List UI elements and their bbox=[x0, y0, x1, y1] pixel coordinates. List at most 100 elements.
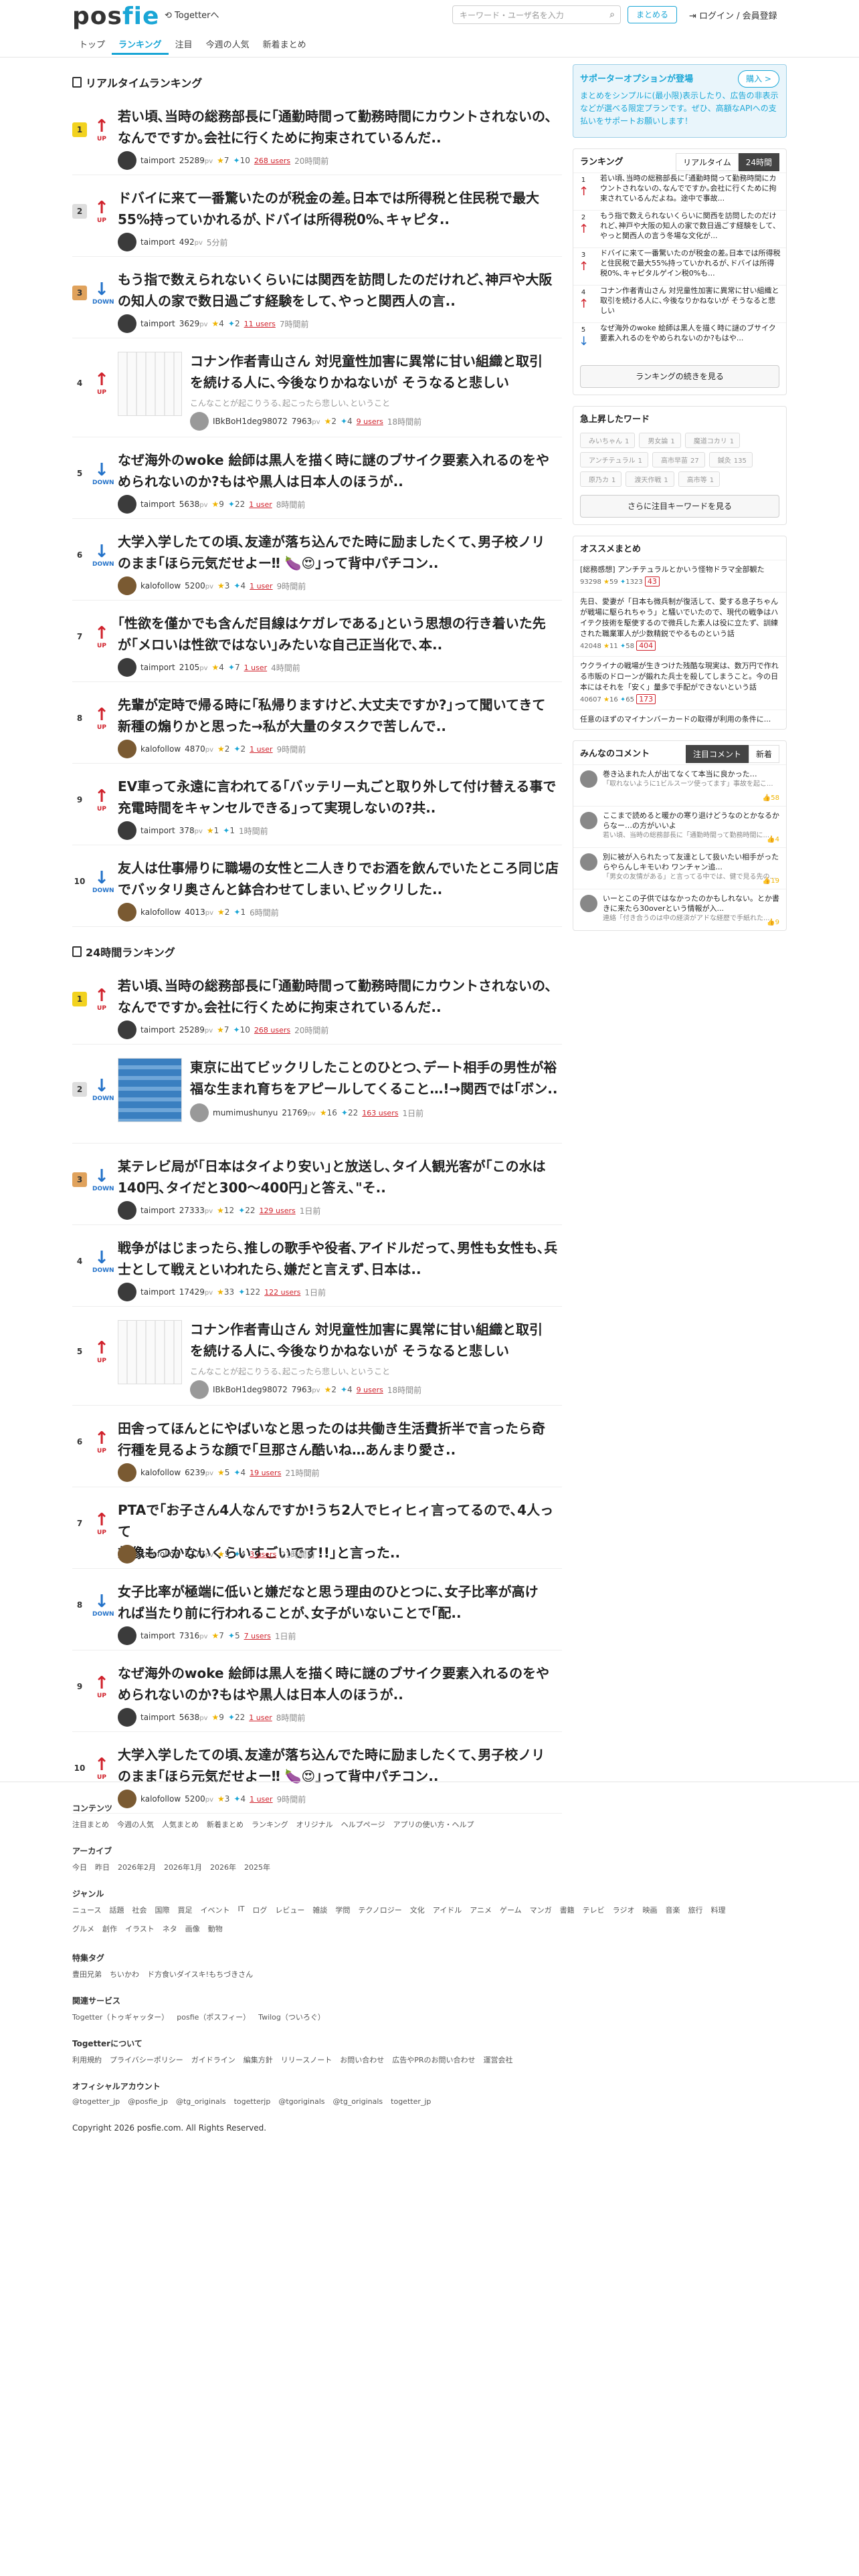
ranking-item[interactable]: 2 ↓ DOWN 東京に出てビックリしたことのひとつ､デート相手の男性が裕 福な生まれ育… bbox=[72, 1045, 562, 1144]
nav-ranking[interactable]: ランキング bbox=[112, 35, 169, 55]
users-badge[interactable]: 19 users bbox=[250, 1469, 281, 1477]
nav-new[interactable]: 新着まとめ bbox=[256, 35, 313, 55]
nav-weekly[interactable]: 今週の人気 bbox=[199, 35, 256, 55]
footer-link[interactable]: 運営会社 bbox=[484, 2054, 513, 2065]
avatar[interactable] bbox=[190, 412, 209, 431]
keyword-chip[interactable]: 渡天作戦 1 bbox=[626, 471, 674, 487]
footer-link[interactable]: テクノロジー bbox=[358, 1905, 401, 1915]
avatar[interactable] bbox=[118, 903, 136, 922]
users-badge[interactable]: 268 users bbox=[254, 156, 290, 165]
footer-link[interactable]: 旅行 bbox=[688, 1905, 702, 1915]
avatar[interactable] bbox=[118, 740, 136, 758]
site-logo[interactable]: posfie bbox=[72, 3, 159, 30]
nav-top[interactable]: トップ bbox=[72, 35, 112, 55]
ranking-item[interactable]: 3 ↓ DOWN もう指で数えられないくらいには関西を訪問したのだけれど､神戸や大阪の… bbox=[72, 257, 562, 338]
buy-button[interactable]: 購入 > bbox=[738, 70, 779, 88]
supporter-banner[interactable]: サポーターオプションが登場 購入 > まとめをシンプルに(最小限)表示したり、広… bbox=[573, 64, 787, 138]
ranking-item[interactable]: 6 ↑ UP 田舎ってほんとにやばいなと思ったのは共働き生活費折半で言ったら奇 行種を見… bbox=[72, 1406, 562, 1487]
ranking-item-title[interactable]: 田舎ってほんとにやばいなと思ったのは共働き生活費折半で言ったら奇 行種を見るような… bbox=[118, 1418, 562, 1461]
sidebar-ranking-item[interactable]: 3 ↑ ドバイに来て一番驚いたのが税金の差｡日本では所得税と住民税で最大55%持って… bbox=[573, 247, 786, 285]
users-badge[interactable]: 9 users bbox=[357, 417, 383, 426]
footer-link[interactable]: イラスト bbox=[125, 1923, 155, 1934]
footer-link[interactable]: posfie（ポスフィー） bbox=[177, 2012, 250, 2022]
avatar[interactable] bbox=[118, 1708, 136, 1727]
sidebar-ranking-item[interactable]: 5 ↓ なぜ海外のwoke 絵師は黒人を描く時に謎のブサイク要素入れるのをやめられな… bbox=[573, 322, 786, 360]
avatar[interactable] bbox=[118, 495, 136, 514]
footer-link[interactable]: 料理 bbox=[710, 1905, 725, 1915]
users-badge[interactable]: 7 users bbox=[244, 1632, 271, 1640]
footer-link[interactable]: ランキング bbox=[252, 1819, 288, 1830]
avatar[interactable] bbox=[118, 1021, 136, 1039]
author-name[interactable]: taimport bbox=[140, 1631, 175, 1640]
avatar[interactable] bbox=[118, 314, 136, 333]
footer-link[interactable]: 画像 bbox=[185, 1923, 200, 1934]
keyword-chip[interactable]: 原乃カ 1 bbox=[580, 471, 622, 487]
osusume-item[interactable]: 先日、愛妻が「日本も微兵制が復活して、愛する息子ちゃんが戦場に駆られちゃう」と騒… bbox=[573, 592, 786, 656]
avatar[interactable] bbox=[118, 1626, 136, 1645]
footer-link[interactable]: 雑談 bbox=[312, 1905, 327, 1915]
ranking-item[interactable]: 5 ↓ DOWN なぜ海外のwoke 絵師は黒人を描く時に謎のブサイク要素入れるのをや… bbox=[72, 437, 562, 519]
author-name[interactable]: kalofollow bbox=[140, 907, 181, 917]
footer-link[interactable]: 社会 bbox=[132, 1905, 147, 1915]
keyword-chip[interactable]: みいちゃん 1 bbox=[580, 433, 636, 448]
footer-link[interactable]: マンガ bbox=[530, 1905, 552, 1915]
footer-link[interactable]: 人気まとめ bbox=[162, 1819, 199, 1830]
ranking-item[interactable]: 7 ↑ UP PTAで｢お子さん4人なんですか!うち2人でヒィヒィ言ってるので､4人っ… bbox=[72, 1487, 562, 1569]
author-name[interactable]: taimport bbox=[140, 663, 175, 672]
osusume-item[interactable]: [総務感想] アンチテュラルとかいう怪物ドラマ全部観た 93298 ★59 ✦13… bbox=[573, 560, 786, 592]
footer-link[interactable]: togetter_jp bbox=[391, 2097, 431, 2106]
ranking-item-title[interactable]: 某テレビ局が｢日本はタイより安い｣と放送し､タイ人観光客が｢この水は 140円､タ… bbox=[118, 1156, 562, 1198]
ranking-item-title[interactable]: 女子比率が極端に低いと嫌だなと思う理由のひとつに､女子比率が高け れば当たり前に行… bbox=[118, 1581, 562, 1624]
comment-item[interactable]: いーとこの子供ではなかったのかもしれない。とか書きに来たら30overという情報… bbox=[573, 889, 786, 930]
matome-button[interactable]: まとめる bbox=[628, 6, 677, 23]
ranking-item-title[interactable]: 戦争がはじまったら､推しの歌手や役者､アイドルだって､男性も女性も､兵 士として戦… bbox=[118, 1237, 562, 1280]
article-thumbnail[interactable] bbox=[118, 352, 182, 416]
footer-link[interactable]: ゲーム bbox=[500, 1905, 522, 1915]
footer-link[interactable]: 書籍 bbox=[560, 1905, 575, 1915]
footer-link[interactable]: ちいかわ bbox=[110, 1969, 139, 1979]
keyword-chip[interactable]: 鍼灸 135 bbox=[708, 452, 753, 467]
footer-link[interactable]: テレビ bbox=[583, 1905, 605, 1915]
author-name[interactable]: taimport bbox=[140, 237, 175, 247]
keyword-chip[interactable]: 魔道コカリ 1 bbox=[684, 433, 741, 448]
avatar[interactable] bbox=[118, 151, 136, 170]
users-badge[interactable]: 11 users bbox=[244, 320, 276, 328]
footer-link[interactable]: ログ bbox=[252, 1905, 267, 1915]
avatar[interactable] bbox=[190, 1380, 209, 1399]
footer-link[interactable]: 2026年 bbox=[210, 1862, 236, 1872]
sidebar-ranking-item[interactable]: 2 ↑ もう指で数えられないくらいに関西を訪問したのだけれど､神戸や大阪の知人の家で… bbox=[573, 210, 786, 247]
footer-link[interactable]: ド方食いダイスキ!もちづきさん bbox=[147, 1969, 253, 1979]
ranking-more-button[interactable]: ランキングの続きを見る bbox=[580, 365, 779, 388]
ranking-item[interactable]: 6 ↓ DOWN 大学入学したての頃､友達が落ち込んでた時に励ましたくて､男子校ノリの… bbox=[72, 519, 562, 601]
footer-link[interactable]: アプリの使い方・ヘルプ bbox=[393, 1819, 474, 1830]
osusume-item[interactable]: ウクライナの戦場が生きつけた残酷な現実は、数万円で作れる市販のドローンが鍛れた兵… bbox=[573, 656, 786, 710]
avatar[interactable] bbox=[580, 812, 597, 829]
ranking-item-title[interactable]: コナン作者青山さん 対児童性加害に異常に甘い組織と取引 を続ける人に､今後なりかね… bbox=[190, 1319, 562, 1362]
avatar[interactable] bbox=[118, 1201, 136, 1220]
users-badge[interactable]: 3 users bbox=[250, 1550, 276, 1559]
ranking-item[interactable]: 1 ↑ UP 若い頃､当時の総務部長に｢通勤時間って勤務時間にカウントされないの､ なん… bbox=[72, 963, 562, 1045]
author-name[interactable]: taimport bbox=[140, 1713, 175, 1722]
ranking-item-title[interactable]: コナン作者青山さん 対児童性加害に異常に甘い組織と取引 を続ける人に､今後なりかね… bbox=[190, 350, 562, 393]
footer-link[interactable]: 2025年 bbox=[244, 1862, 270, 1872]
tab-notice-comments[interactable]: 注目コメント bbox=[685, 745, 749, 763]
users-badge[interactable]: 1 user bbox=[250, 745, 273, 754]
ranking-item-title[interactable]: 大学入学したての頃､友達が落ち込んでた時に励ましたくて､男子校ノリ のまま｢ほら元… bbox=[118, 531, 562, 574]
ranking-item[interactable]: 9 ↑ UP EV車って永遠に言われてる｢バッテリー丸ごと取り外して付け替える事で 充電… bbox=[72, 764, 562, 845]
comment-item[interactable]: 別に被が入られたって友達として扱いたい相手がったらやらんしキモいわ ワンチャン追… bbox=[573, 847, 786, 889]
users-badge[interactable]: 122 users bbox=[264, 1288, 300, 1297]
avatar[interactable] bbox=[118, 1463, 136, 1482]
ranking-item-title[interactable]: 友人は仕事帰りに職場の女性と二人きりでお酒を飲んでいたところ同じ店 でバッタリ奥さ… bbox=[118, 857, 562, 900]
author-name[interactable]: taimport bbox=[140, 156, 175, 165]
author-name[interactable]: taimport bbox=[140, 1025, 175, 1035]
avatar[interactable] bbox=[118, 576, 136, 595]
ranking-item[interactable]: 1 ↑ UP 若い頃､当時の総務部長に｢通勤時間って勤務時間にカウントされないの､ なん… bbox=[72, 94, 562, 175]
footer-link[interactable]: @posfie_jp bbox=[128, 2097, 168, 2106]
footer-link[interactable]: 注目まとめ bbox=[72, 1819, 109, 1830]
sidebar-ranking-item[interactable]: 4 ↑ コナン作者青山さん 対児童性加害に異常に甘い組織と取引を続ける人に､今後なり… bbox=[573, 285, 786, 322]
author-name[interactable]: kalofollow bbox=[140, 1549, 181, 1559]
footer-link[interactable]: ヘルプページ bbox=[341, 1819, 385, 1830]
author-name[interactable]: IBkBoH1deg98072 bbox=[213, 417, 288, 426]
search-input[interactable]: キーワード・ユーザ名を入力 ⌕ bbox=[452, 5, 621, 24]
users-badge[interactable]: 1 user bbox=[249, 500, 272, 509]
